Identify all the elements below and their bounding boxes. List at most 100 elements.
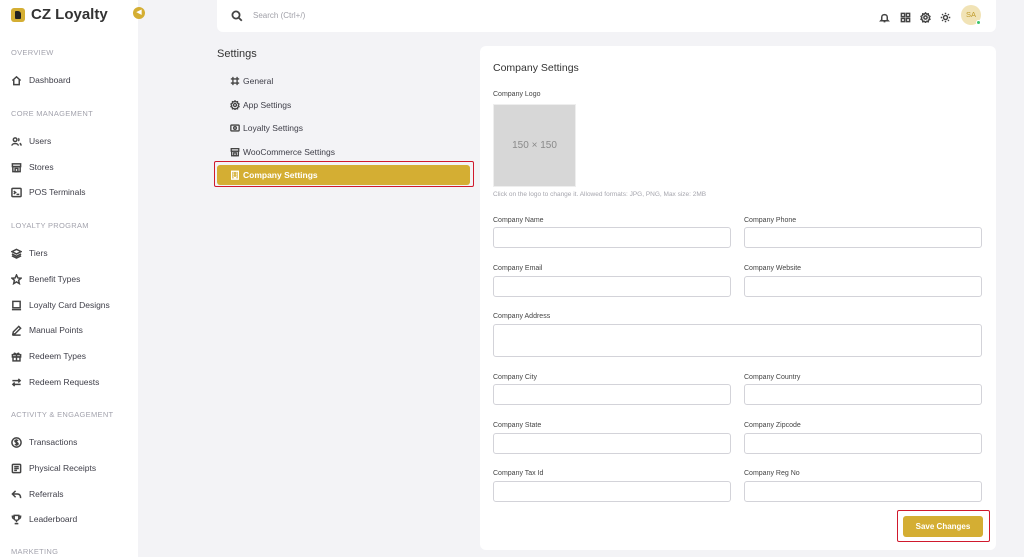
- brand-name: CZ Loyalty: [31, 6, 108, 23]
- settings-title: Settings: [217, 48, 257, 60]
- company-zipcode-label: Company Zipcode: [744, 422, 801, 429]
- sidebar-item-label: Leaderboard: [29, 514, 78, 524]
- company-name-label: Company Name: [493, 217, 544, 224]
- company-state-label: Company State: [493, 422, 542, 429]
- frame-icon: [230, 76, 240, 86]
- section-marketing: MARKETING: [11, 547, 59, 556]
- sidebar: CZ Loyalty OVERVIEW Dashboard CORE MANAG…: [0, 0, 138, 557]
- online-status-dot: [976, 20, 981, 25]
- settings-menu-app-settings[interactable]: App Settings: [230, 98, 291, 112]
- brand-logo-icon: [11, 7, 25, 22]
- dollar-icon: [11, 436, 22, 448]
- company-address-input[interactable]: [493, 324, 982, 357]
- company-phone-input[interactable]: [744, 227, 982, 248]
- company-logo-upload[interactable]: 150 × 150: [493, 104, 576, 187]
- sidebar-item-users[interactable]: Users: [11, 133, 51, 149]
- company-phone-label: Company Phone: [744, 217, 797, 224]
- chevron-left-icon: ◀: [136, 9, 142, 16]
- sidebar-item-label: Manual Points: [29, 325, 83, 335]
- sidebar-item-transactions[interactable]: Transactions: [11, 434, 77, 450]
- sidebar-item-label: Users: [29, 136, 52, 146]
- trophy-icon: [11, 514, 22, 525]
- sidebar-item-label: Benefit Types: [29, 274, 81, 284]
- company-country-input[interactable]: [744, 384, 982, 405]
- sidebar-item-pos-terminals[interactable]: POS Terminals: [11, 184, 86, 200]
- brand[interactable]: CZ Loyalty: [11, 6, 108, 23]
- settings-menu-label: WooCommerce Settings: [243, 147, 335, 157]
- sidebar-item-label: Stores: [29, 162, 54, 172]
- sidebar-item-benefit-types[interactable]: Benefit Types: [11, 271, 80, 287]
- company-logo-label: Company Logo: [493, 91, 541, 98]
- users-icon: [11, 136, 22, 147]
- sidebar-item-manual-points[interactable]: Manual Points: [11, 322, 83, 338]
- share-icon: [11, 489, 22, 500]
- sidebar-item-leaderboard[interactable]: Leaderboard: [11, 511, 77, 527]
- apps-grid-icon[interactable]: [900, 10, 911, 23]
- sidebar-item-label: POS Terminals: [29, 187, 86, 197]
- company-email-label: Company Email: [493, 265, 543, 272]
- theme-sun-icon[interactable]: [940, 10, 951, 23]
- settings-menu-loyalty-settings[interactable]: Loyalty Settings: [230, 121, 303, 135]
- save-changes-button[interactable]: Save Changes: [903, 516, 983, 537]
- card-icon: [11, 300, 22, 311]
- company-reg-no-label: Company Reg No: [744, 470, 800, 477]
- sidebar-item-label: Physical Receipts: [29, 463, 97, 473]
- star-icon: [11, 273, 22, 285]
- company-name-input[interactable]: [493, 227, 731, 248]
- home-icon: [11, 75, 22, 86]
- settings-menu-company-settings[interactable]: Company Settings: [217, 165, 470, 185]
- shop-icon: [230, 147, 240, 157]
- store-icon: [11, 162, 22, 173]
- bell-icon[interactable]: [879, 10, 890, 23]
- company-reg-no-input[interactable]: [744, 481, 982, 502]
- terminal-icon: [11, 187, 22, 198]
- company-zipcode-input[interactable]: [744, 433, 982, 454]
- company-website-input[interactable]: [744, 276, 982, 297]
- building-icon: [230, 170, 240, 180]
- sidebar-item-label: Tiers: [29, 248, 48, 258]
- sidebar-item-stores[interactable]: Stores: [11, 159, 54, 175]
- section-loyalty-program: LOYALTY PROGRAM: [11, 221, 89, 230]
- gift-icon: [11, 351, 22, 362]
- section-overview: OVERVIEW: [11, 48, 54, 57]
- sidebar-item-redeem-requests[interactable]: Redeem Requests: [11, 374, 99, 390]
- card-title: Company Settings: [493, 62, 579, 74]
- collapse-sidebar-button[interactable]: ◀: [133, 7, 145, 19]
- sidebar-item-label: Loyalty Card Designs: [29, 300, 110, 310]
- company-state-input[interactable]: [493, 433, 731, 454]
- search-icon: [231, 9, 243, 22]
- arrows-icon: [11, 377, 22, 388]
- sidebar-item-referrals[interactable]: Referrals: [11, 486, 63, 502]
- sidebar-item-label: Dashboard: [29, 75, 71, 85]
- sidebar-item-redeem-types[interactable]: Redeem Types: [11, 348, 86, 364]
- settings-menu-label: App Settings: [243, 100, 292, 110]
- company-address-label: Company Address: [493, 313, 551, 320]
- sidebar-item-loyalty-card-designs[interactable]: Loyalty Card Designs: [11, 297, 110, 313]
- sidebar-item-dashboard[interactable]: Dashboard: [11, 72, 71, 88]
- company-settings-card: Company Settings Company Logo 150 × 150 …: [480, 46, 996, 550]
- sidebar-item-label: Redeem Requests: [29, 377, 100, 387]
- ticket-icon: [230, 123, 240, 133]
- company-website-label: Company Website: [744, 265, 802, 272]
- company-city-input[interactable]: [493, 384, 731, 405]
- settings-menu-label: Loyalty Settings: [243, 123, 304, 133]
- topbar: SA: [217, 0, 996, 32]
- settings-menu-label: General: [243, 76, 274, 86]
- sidebar-item-label: Referrals: [29, 489, 64, 499]
- settings-gear-icon[interactable]: [920, 10, 931, 24]
- settings-menu-general[interactable]: General: [230, 74, 273, 88]
- company-city-label: Company City: [493, 374, 537, 381]
- company-email-input[interactable]: [493, 276, 731, 297]
- pencil-icon: [11, 324, 22, 336]
- sidebar-item-tiers[interactable]: Tiers: [11, 245, 48, 261]
- sidebar-item-physical-receipts[interactable]: Physical Receipts: [11, 460, 96, 476]
- section-core-management: CORE MANAGEMENT: [11, 109, 94, 118]
- section-activity-engagement: ACTIVITY & ENGAGEMENT: [11, 410, 114, 419]
- settings-menu-woocommerce-settings[interactable]: WooCommerce Settings: [230, 145, 335, 159]
- search-input[interactable]: [253, 7, 453, 23]
- layers-icon: [11, 248, 22, 259]
- settings-menu-label: Company Settings: [243, 170, 318, 180]
- company-tax-id-label: Company Tax Id: [493, 470, 544, 477]
- logo-hint: Click on the logo to change it. Allowed …: [493, 191, 707, 198]
- company-tax-id-input[interactable]: [493, 481, 731, 502]
